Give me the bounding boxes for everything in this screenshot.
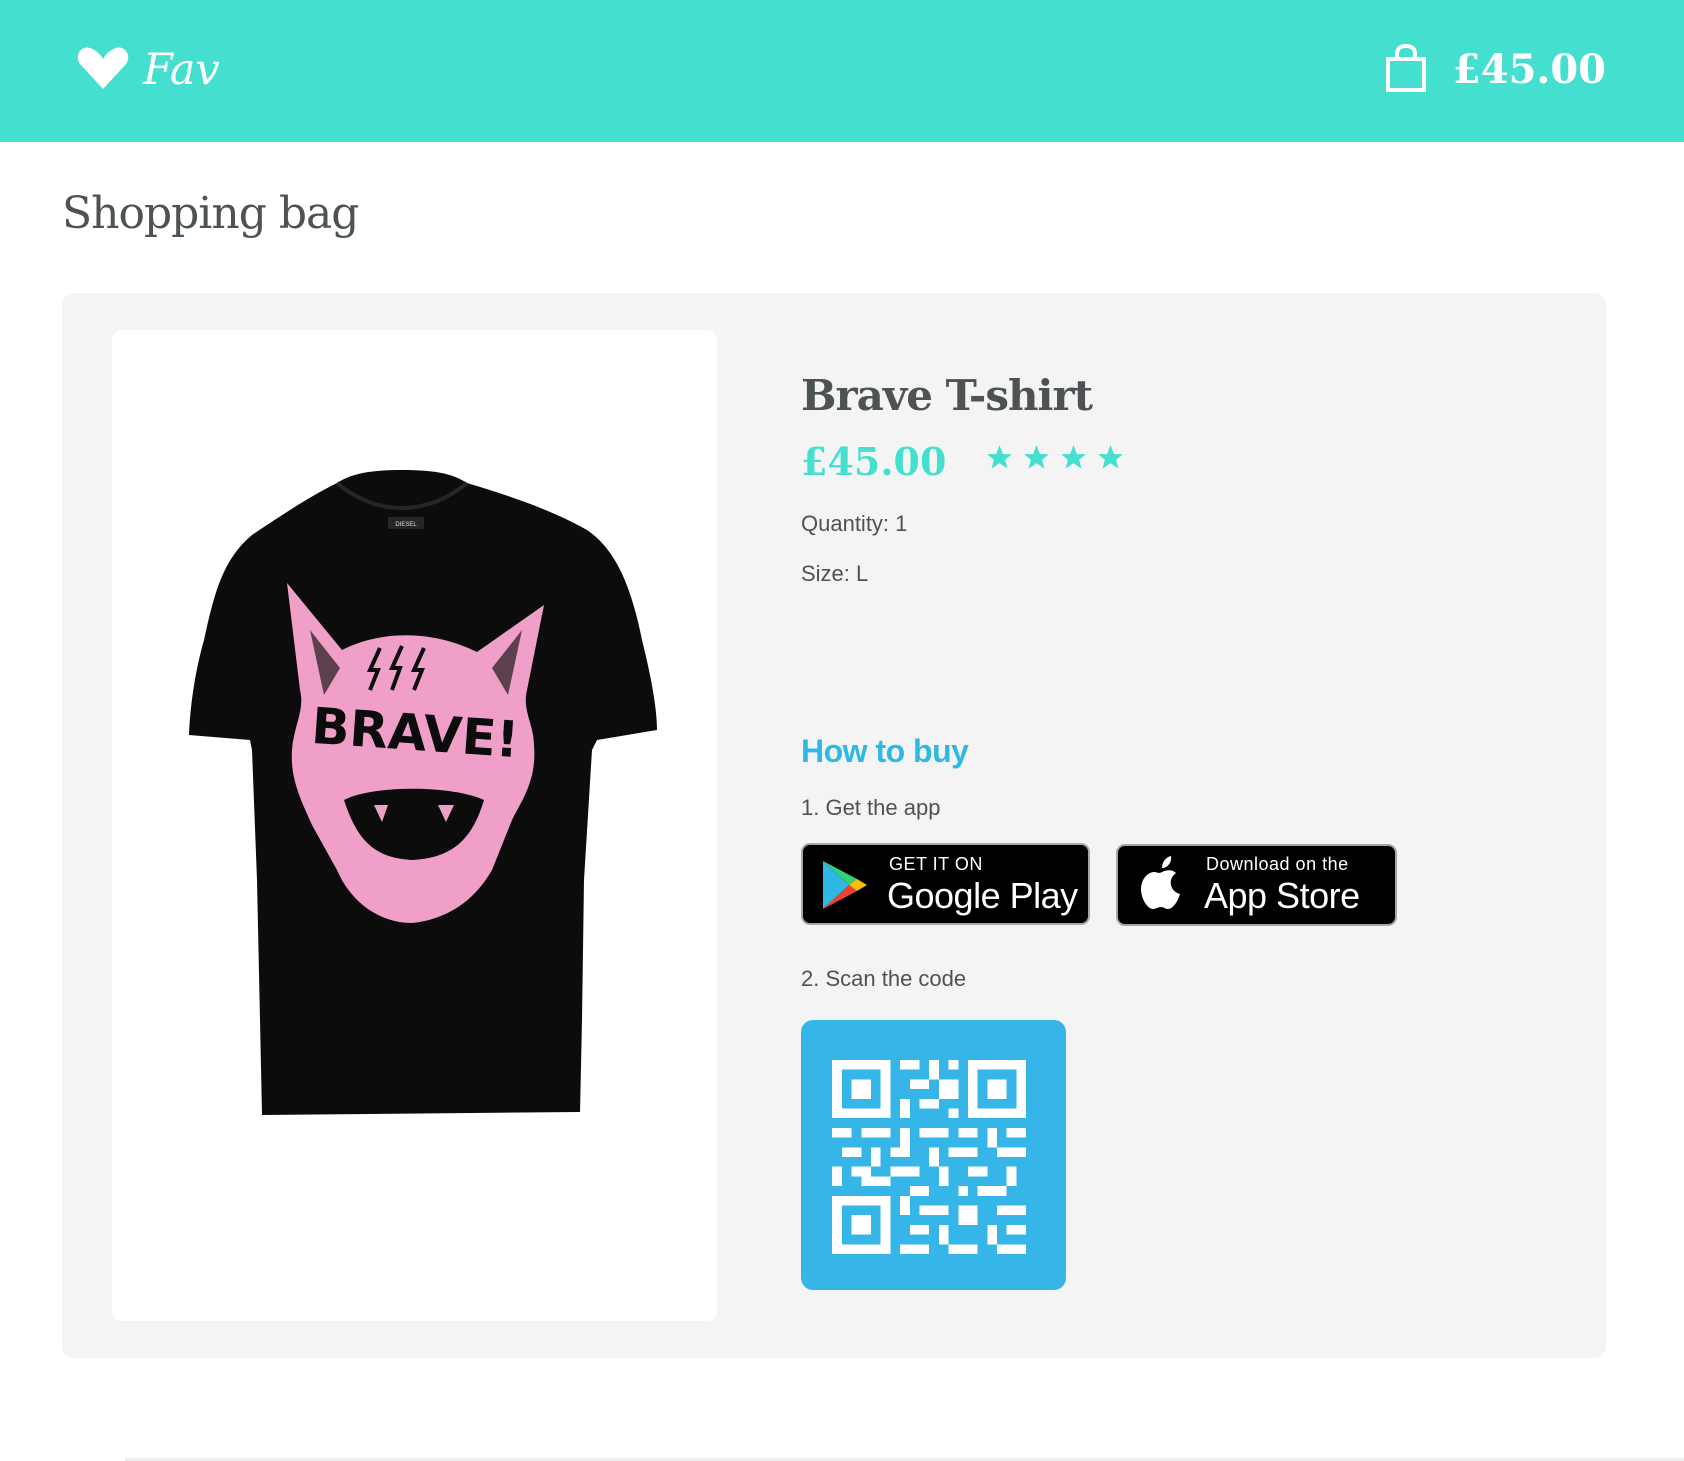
star-rating — [986, 444, 1124, 476]
product-card: DIESEL BRAVE! DIESEL Brave T-shirt £45.0… — [62, 293, 1606, 1358]
how-to-buy-title: How to buy — [801, 733, 969, 769]
bag-total: £45.00 — [1452, 46, 1606, 93]
product-name: Brave T-shirt — [801, 371, 1093, 420]
shopping-bag-summary[interactable]: £45.00 — [1385, 42, 1606, 98]
star-icon — [1060, 444, 1087, 476]
apple-icon — [1138, 854, 1186, 919]
product-image: DIESEL BRAVE! DIESEL — [112, 330, 717, 1321]
star-icon — [1023, 444, 1050, 476]
quantity-label: Quantity: 1 — [801, 511, 908, 536]
app-store-button[interactable]: Download on the App Store — [1116, 844, 1397, 926]
heart-icon — [77, 45, 129, 96]
shopping-bag-icon — [1385, 43, 1427, 98]
app-store-big: App Store — [1204, 875, 1360, 916]
qr-code[interactable] — [801, 1020, 1066, 1290]
step-scan-code: 2. Scan the code — [801, 966, 967, 991]
page-title: Shopping bag — [62, 188, 359, 239]
print-brand: DIESEL — [380, 895, 425, 908]
star-icon — [1097, 444, 1124, 476]
google-play-big: Google Play — [887, 875, 1078, 916]
top-bar: Fav £45.00 — [0, 0, 1684, 142]
size-label: Size: L — [801, 561, 869, 586]
qr-code-pattern — [832, 1060, 1027, 1254]
svg-text:DIESEL: DIESEL — [395, 522, 417, 528]
google-play-small: GET IT ON — [889, 854, 983, 874]
product-price: £45.00 — [801, 439, 947, 484]
brand-name: Fav — [143, 45, 220, 95]
app-store-small: Download on the — [1206, 854, 1349, 874]
google-play-icon — [821, 859, 869, 916]
step-get-app: 1. Get the app — [801, 795, 941, 820]
google-play-button[interactable]: GET IT ON Google Play — [801, 843, 1090, 925]
brand-logo[interactable]: Fav — [77, 42, 220, 98]
star-icon — [986, 444, 1013, 476]
